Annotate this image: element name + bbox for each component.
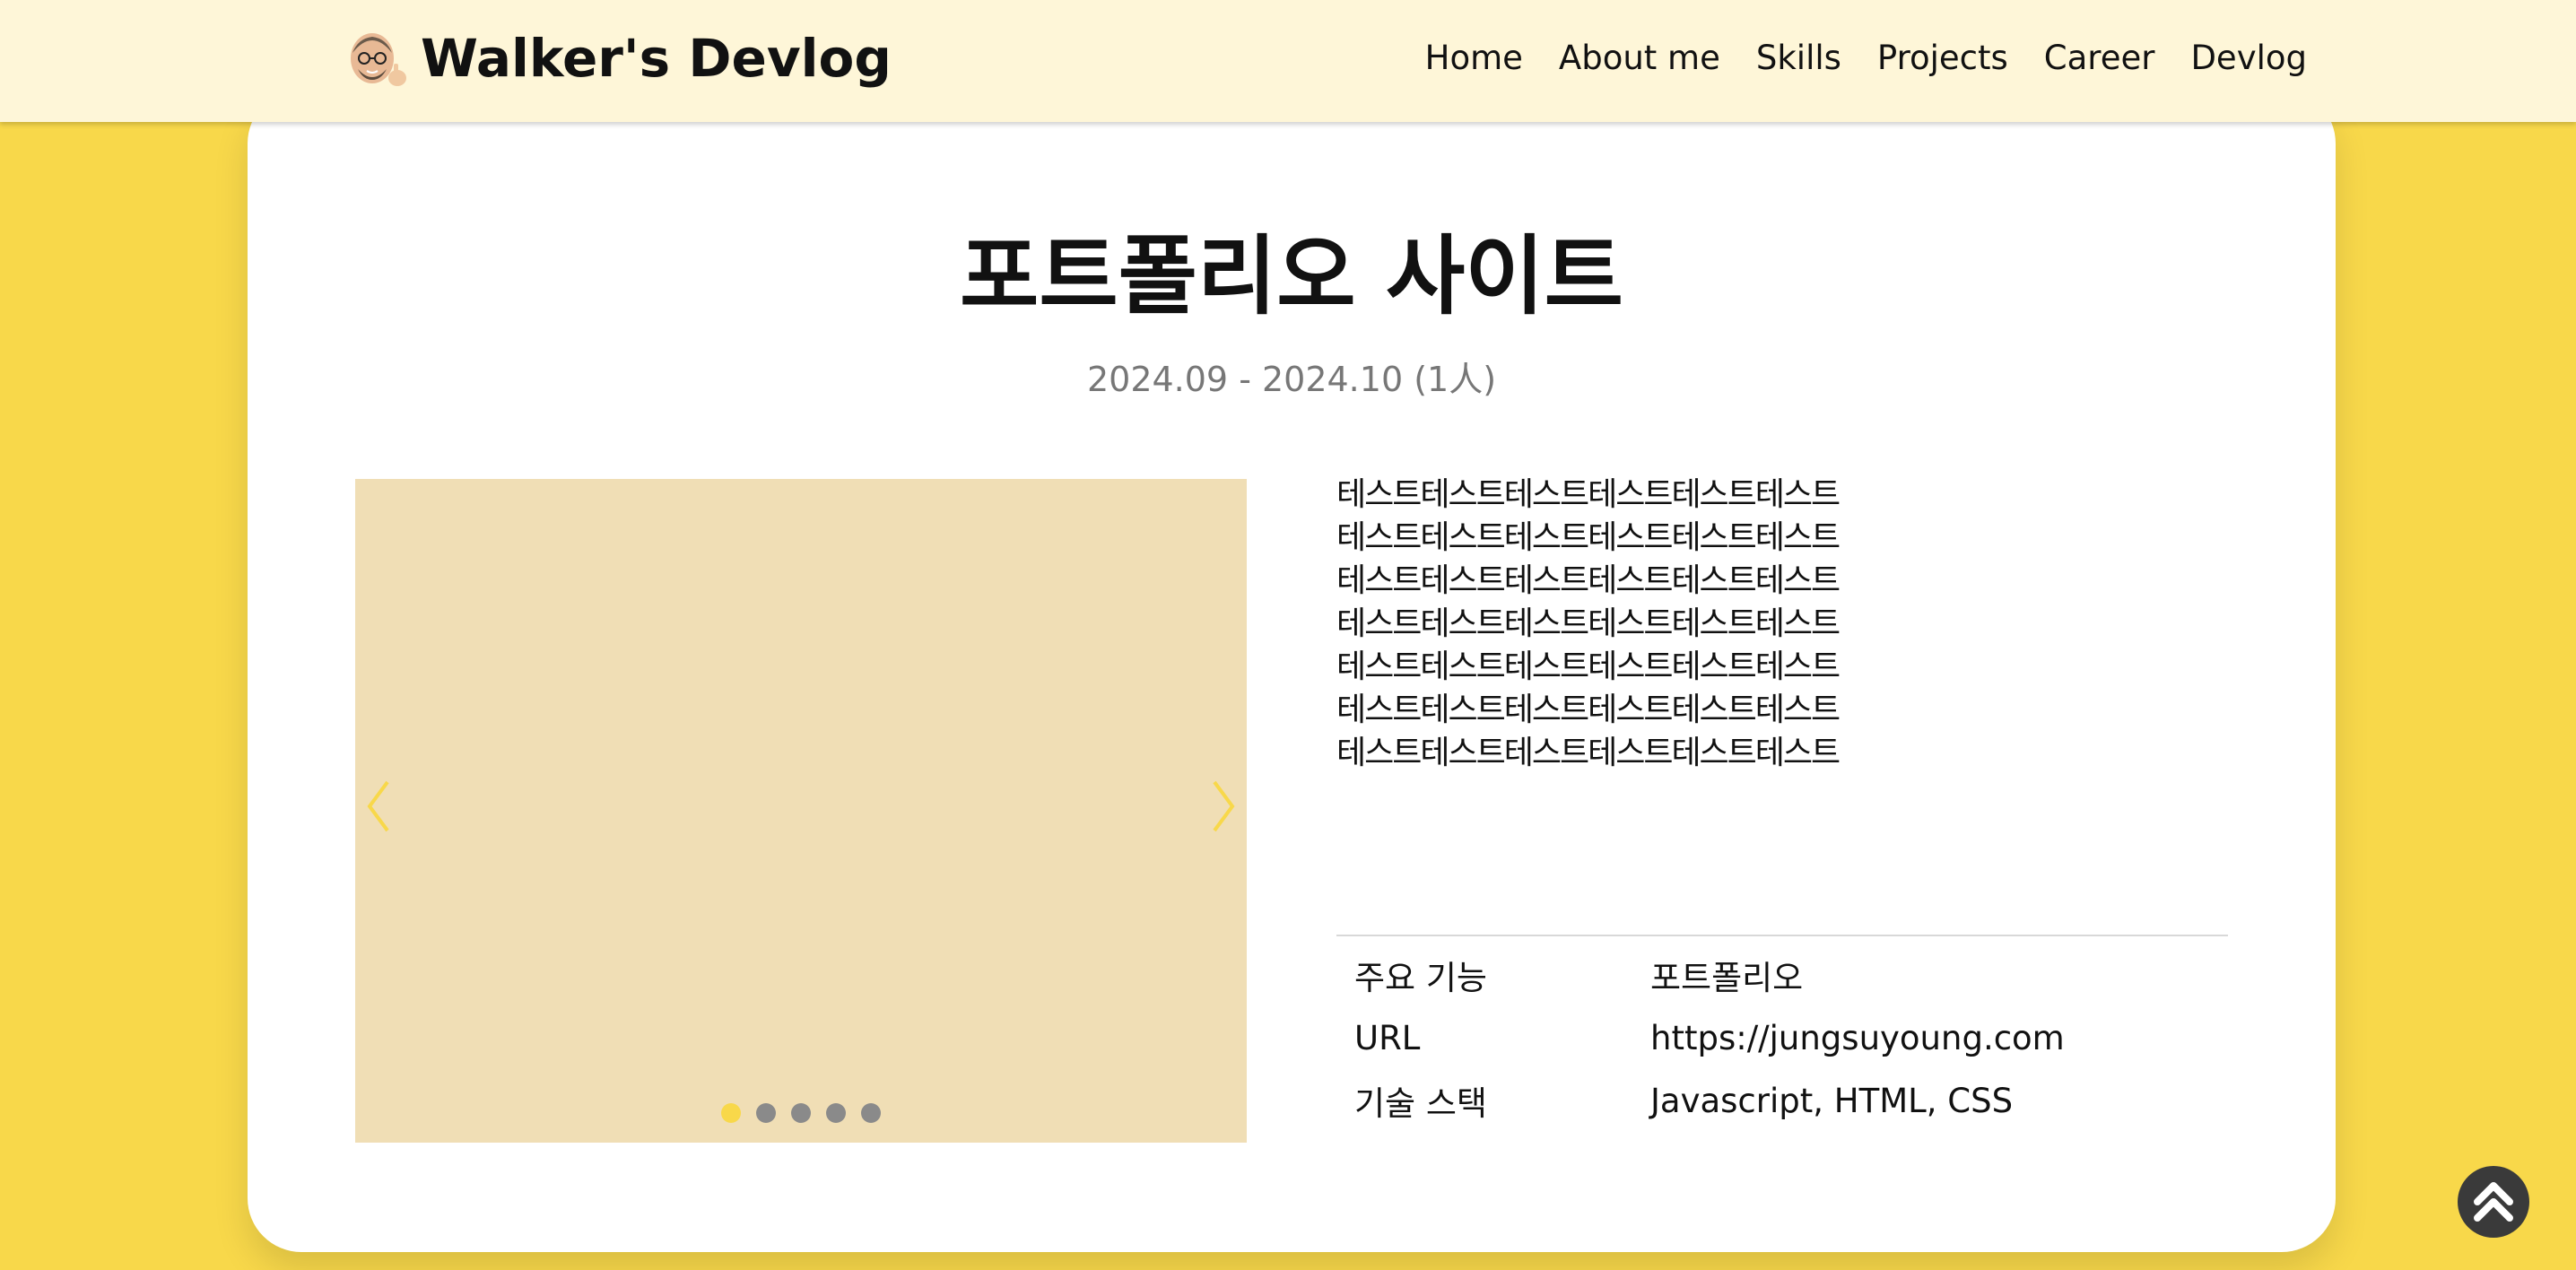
project-period: 2024.09 - 2024.10 (1人): [1086, 360, 1497, 399]
nav-item-about-me[interactable]: About me: [1559, 39, 1720, 77]
nav-item-home[interactable]: Home: [1425, 39, 1523, 77]
main-nav: Home About me Skills Projects Career Dev…: [1389, 30, 2307, 84]
description-line: 테스트테스트테스트테스트테스트테스트: [1336, 562, 1841, 599]
nav-item-devlog[interactable]: Devlog: [2190, 39, 2307, 77]
info-value: 포트폴리오: [1650, 959, 1804, 997]
site-header: Walker's Devlog Home About me Skills Pro…: [0, 0, 2576, 122]
site-logo[interactable]: Walker's Devlog: [345, 27, 892, 90]
slider-next-button[interactable]: [1205, 775, 1241, 838]
double-chevron-up-icon: [2474, 1182, 2513, 1222]
info-value: Javascript, HTML, CSS: [1650, 1081, 2014, 1120]
info-label: URL: [1354, 1018, 1421, 1057]
site-brand-name[interactable]: Walker's Devlog: [421, 28, 892, 89]
slider-dot-4[interactable]: [826, 1103, 846, 1123]
slider-pagination: [355, 1103, 1247, 1123]
project-image-slider[interactable]: [355, 479, 1247, 1143]
description-line: 테스트테스트테스트테스트테스트테스트: [1336, 476, 1841, 513]
info-label: 기술 스택: [1354, 1084, 1487, 1123]
description-line: 테스트테스트테스트테스트테스트테스트: [1336, 605, 1841, 642]
slider-dot-1[interactable]: [721, 1103, 741, 1123]
description-line: 테스트테스트테스트테스트테스트테스트: [1336, 692, 1841, 728]
info-row-features: 주요 기능 포트폴리오: [1336, 944, 2228, 1006]
nav-item-career[interactable]: Career: [2044, 39, 2155, 77]
slider-dot-2[interactable]: [756, 1103, 776, 1123]
description-line: 테스트테스트테스트테스트테스트테스트: [1336, 735, 1841, 771]
info-label: 주요 기능: [1354, 959, 1487, 997]
slider-prev-button[interactable]: [361, 775, 396, 838]
project-info-table: 주요 기능 포트폴리오 URL https://jungsuyoung.com …: [1336, 935, 2228, 1132]
scroll-to-top-button[interactable]: [2458, 1166, 2529, 1238]
description-line: 테스트테스트테스트테스트테스트테스트: [1336, 648, 1841, 685]
project-description: 테스트테스트테스트테스트테스트테스트 테스트테스트테스트테스트테스트테스트 테스…: [1336, 474, 1964, 775]
chevron-right-icon: [1213, 780, 1235, 832]
info-row-tech-stack: 기술 스택 Javascript, HTML, CSS: [1336, 1069, 2228, 1132]
slider-dot-3[interactable]: [791, 1103, 811, 1123]
project-detail-card: 포트폴리오 사이트 2024.09 - 2024.10 (1人) 테스트테스트테…: [248, 90, 2336, 1252]
info-row-url: URL https://jungsuyoung.com: [1336, 1006, 2228, 1069]
nav-item-skills[interactable]: Skills: [1756, 39, 1841, 77]
nav-item-projects[interactable]: Projects: [1877, 39, 2008, 77]
project-title: 포트폴리오 사이트: [960, 226, 1623, 326]
project-url-link[interactable]: https://jungsuyoung.com: [1650, 1019, 2228, 1057]
slider-dot-5[interactable]: [861, 1103, 881, 1123]
chevron-left-icon: [367, 780, 389, 832]
description-line: 테스트테스트테스트테스트테스트테스트: [1336, 519, 1841, 556]
memoji-avatar-icon: [345, 26, 410, 91]
